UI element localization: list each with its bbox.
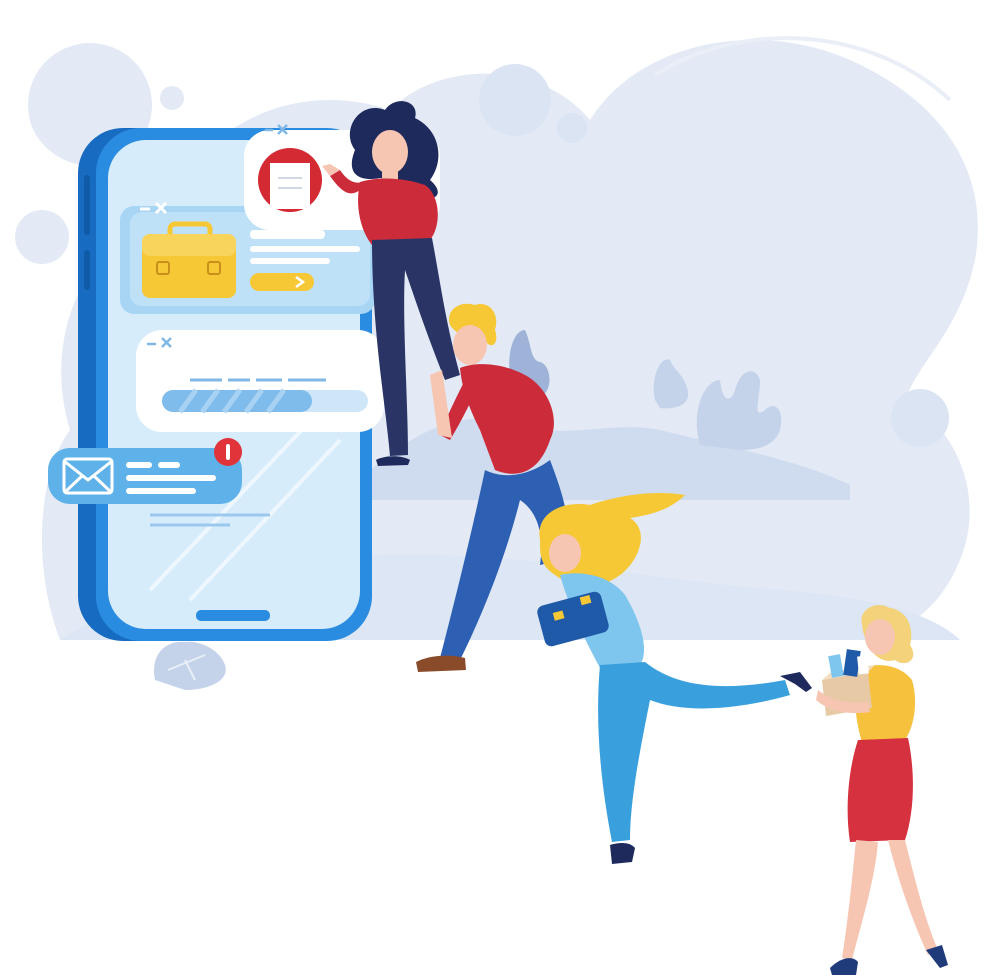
phone-side-button — [84, 175, 90, 235]
heel-left — [830, 958, 858, 975]
woman-carrying-box — [816, 605, 948, 975]
blob-circle-tiny — [557, 113, 587, 143]
job-search-illustration — [15, 30, 978, 975]
brown-shoe — [416, 655, 466, 672]
face — [865, 619, 895, 655]
blue-pants — [598, 662, 790, 842]
notification-badge-icon — [214, 438, 242, 466]
home-indicator[interactable] — [196, 610, 270, 621]
face — [549, 534, 581, 572]
heel-left — [610, 843, 635, 864]
apply-button[interactable] — [250, 273, 314, 291]
legs — [842, 840, 938, 960]
progress-card[interactable] — [136, 330, 384, 432]
face — [372, 130, 408, 174]
document-icon — [258, 148, 322, 212]
blob-circle-small — [160, 86, 184, 110]
phone-side-button-2 — [84, 250, 90, 290]
blob-circle-side — [15, 210, 69, 264]
blob-circle-right — [891, 389, 949, 447]
face — [453, 325, 487, 365]
blob-circle-mid — [479, 64, 551, 136]
briefcase-icon — [142, 221, 236, 298]
red-skirt — [847, 738, 913, 842]
plant-bottom-left — [154, 641, 226, 690]
